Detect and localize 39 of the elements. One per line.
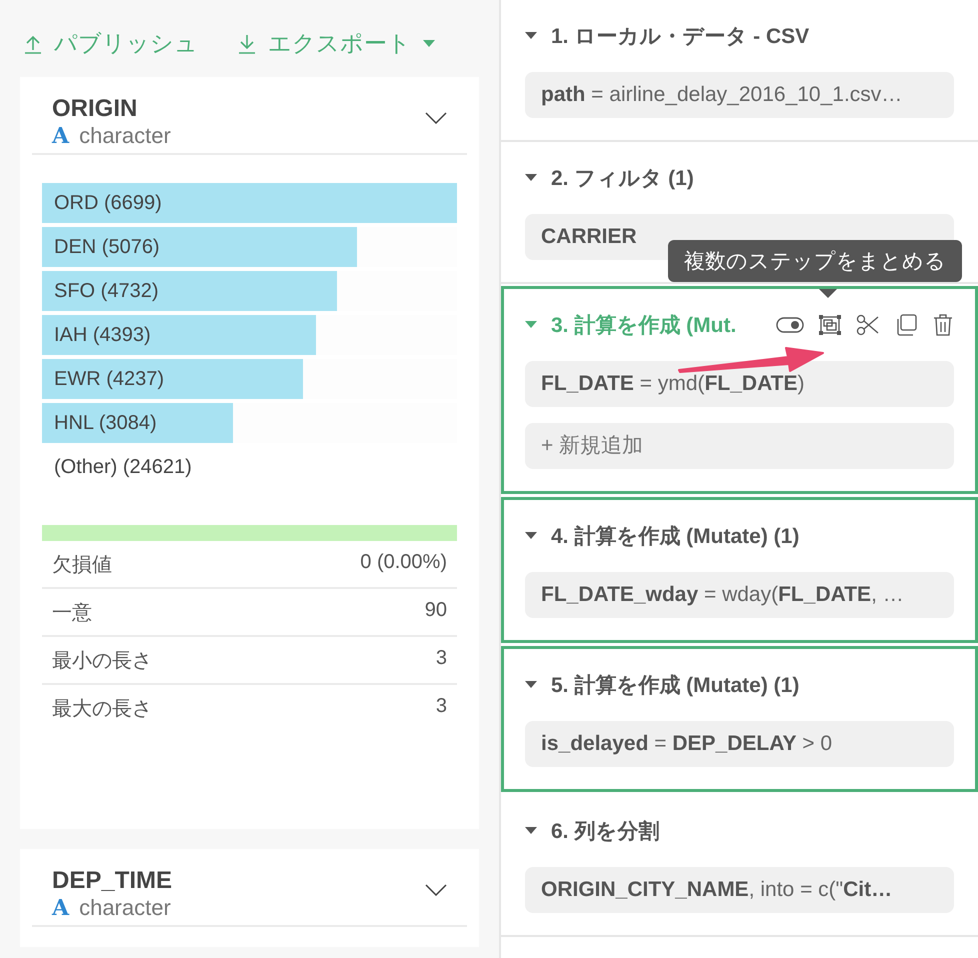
stat-value: 0 (0.00%) — [360, 551, 447, 575]
stat-label: 最大の長さ — [52, 697, 152, 722]
step-title: 5. 計算を作成 (Mutate) (1) — [551, 673, 800, 699]
bar-label: SFO (4732) — [53, 280, 158, 302]
column-name: ORIGIN — [52, 95, 138, 123]
type-icon: A — [52, 895, 70, 921]
column-name: DEP_TIME — [52, 867, 172, 895]
step-panel[interactable]: 5. 計算を作成 (Mutate) (1) is_delayed = DEP_DELAY > 0 — [501, 646, 978, 792]
step-panel[interactable]: 3. 計算を作成 (Mut. FL_DATE = ymd(FL_DATE) + 新規追加 — [501, 286, 978, 494]
column-type: character — [79, 895, 171, 921]
bar-label: (Other) (24621) — [53, 456, 192, 478]
stat-label: 一意 — [52, 601, 92, 626]
stat-value: 3 — [436, 695, 447, 719]
step-title: 2. フィルタ (1) — [551, 166, 694, 192]
step-panel[interactable]: 6. 列を分割 ORIGIN_CITY_NAME, into = c("Cit… — [501, 795, 978, 937]
step-expression[interactable]: ORIGIN_CITY_NAME, into = c("Cit… — [525, 867, 954, 913]
bar-label: ORD (6699) — [53, 192, 162, 214]
step-panel[interactable]: 1. ローカル・データ - CSV path = airline_delay_2016_10_1.csv… — [501, 0, 978, 142]
stat-value: 90 — [424, 599, 447, 623]
type-icon: A — [52, 123, 70, 149]
bar-label: DEN (5076) — [53, 236, 160, 258]
step-expression[interactable]: is_delayed = DEP_DELAY > 0 — [525, 721, 954, 767]
tooltip: 複数のステップをまとめる — [668, 240, 962, 282]
step-title: 1. ローカル・データ - CSV — [551, 24, 810, 50]
add-new-button[interactable]: + 新規追加 — [525, 423, 954, 469]
stat-label: 最小の長さ — [52, 649, 152, 674]
step-title: 4. 計算を作成 (Mutate) (1) — [551, 524, 800, 550]
bar-label: IAH (4393) — [53, 324, 151, 346]
bar-label: EWR (4237) — [53, 368, 164, 390]
stat-value: 3 — [436, 647, 447, 671]
step-expression[interactable]: FL_DATE = ymd(FL_DATE) — [525, 361, 954, 407]
bar-label: HNL (3084) — [53, 412, 157, 434]
step-expression[interactable]: path = airline_delay_2016_10_1.csv… — [525, 72, 954, 118]
stat-label: 欠損値 — [52, 553, 112, 578]
step-title: 3. 計算を作成 (Mut. — [551, 313, 736, 339]
step-expression[interactable]: FL_DATE_wday = wday(FL_DATE, … — [525, 572, 954, 618]
step-title: 6. 列を分割 — [551, 819, 660, 845]
column-type: character — [79, 123, 171, 149]
step-panel[interactable]: 4. 計算を作成 (Mutate) (1) FL_DATE_wday = wday(FL_DATE, … — [501, 497, 978, 643]
